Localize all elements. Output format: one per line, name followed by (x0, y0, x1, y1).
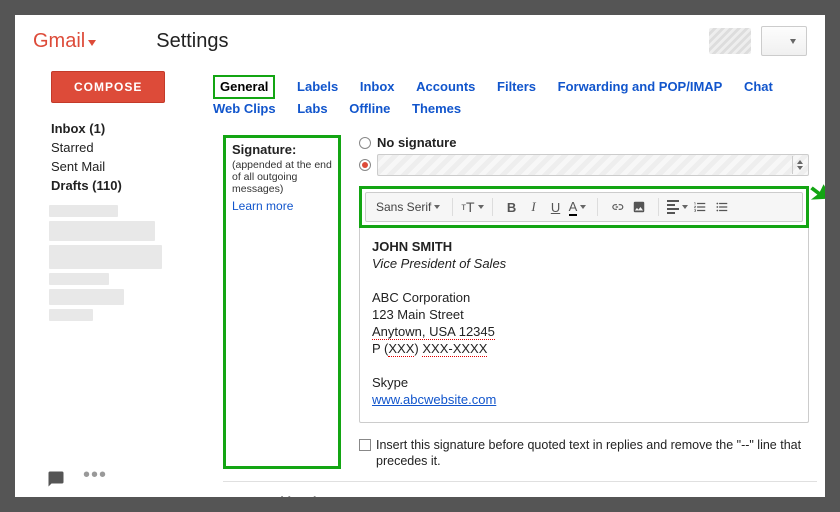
tab-chat[interactable]: Chat (744, 77, 773, 97)
tab-filters[interactable]: Filters (497, 77, 536, 97)
sig-phone: P (XXX) XXX-XXXX (372, 341, 487, 357)
signature-toolbar: Sans Serif тT B I U (359, 186, 809, 228)
signature-account-select[interactable] (377, 154, 809, 176)
sidebar-item-inbox[interactable]: Inbox (1) (15, 119, 205, 138)
sig-role: Vice President of Sales (372, 256, 506, 271)
sig-city: Anytown, USA 12345 (372, 324, 495, 340)
gear-icon (772, 34, 787, 49)
section-divider (223, 481, 817, 482)
sidebar-item-drafts[interactable]: Drafts (110) (15, 176, 205, 195)
insert-before-label: Insert this signature before quoted text… (376, 437, 809, 469)
annotation-arrow-icon (205, 120, 209, 156)
tab-inbox[interactable]: Inbox (360, 77, 395, 97)
no-signature-label: No signature (377, 135, 456, 150)
tab-labels[interactable]: Labels (297, 77, 338, 97)
insert-before-checkbox[interactable] (359, 439, 371, 451)
sidebar-item-sent[interactable]: Sent Mail (15, 157, 205, 176)
settings-gear-button[interactable] (761, 26, 807, 56)
account-avatar[interactable] (709, 28, 751, 54)
sidebar-redacted (49, 205, 174, 321)
tab-offline[interactable]: Offline (349, 99, 390, 119)
sidebar-item-starred[interactable]: Starred (15, 138, 205, 157)
no-indicators-radio[interactable] (359, 497, 371, 498)
font-family-dropdown[interactable]: Sans Serif (376, 196, 444, 218)
no-signature-radio[interactable] (359, 137, 371, 149)
learn-more-link[interactable]: Learn more (232, 199, 293, 213)
personal-level-label: Personal level indicators: (223, 494, 341, 497)
chevron-down-icon (790, 39, 796, 44)
no-indicators-label: No indicators (377, 494, 460, 497)
tab-webclips[interactable]: Web Clips (213, 99, 276, 119)
chat-icon[interactable] (47, 470, 65, 488)
underline-button[interactable]: U (545, 196, 567, 218)
settings-tabs: General Labels Inbox Accounts Filters Fo… (205, 67, 825, 121)
numbered-list-button[interactable] (689, 196, 711, 218)
sig-url[interactable]: www.abcwebsite.com (372, 392, 496, 407)
tab-themes[interactable]: Themes (412, 99, 461, 119)
sig-street: 123 Main Street (372, 307, 464, 322)
signature-editor[interactable]: JOHN SMITH Vice President of Sales ABC C… (359, 228, 809, 423)
signature-account-radio[interactable] (359, 159, 371, 171)
more-icon[interactable]: ••• (83, 464, 107, 487)
compose-button[interactable]: COMPOSE (51, 71, 165, 103)
tab-accounts[interactable]: Accounts (416, 77, 475, 97)
sig-name: JOHN SMITH (372, 239, 452, 254)
image-button[interactable] (628, 196, 650, 218)
italic-button[interactable]: I (523, 196, 545, 218)
tab-labs[interactable]: Labs (297, 99, 327, 119)
signature-heading: Signature: (232, 142, 296, 157)
logo-text: Gmail (33, 30, 85, 53)
signature-section-label: Signature: (appended at the end of all o… (223, 135, 341, 469)
text-color-button[interactable]: A (567, 196, 589, 218)
select-arrows-icon (792, 156, 806, 174)
font-size-button[interactable]: тT (461, 196, 483, 218)
logo-dropdown-icon (88, 40, 96, 46)
signature-subtext: (appended at the end of all outgoing mes… (232, 159, 332, 195)
bold-button[interactable]: B (501, 196, 523, 218)
link-button[interactable] (606, 196, 628, 218)
bulleted-list-button[interactable] (711, 196, 733, 218)
align-button[interactable] (667, 196, 689, 218)
sig-skype: Skype (372, 375, 408, 390)
tab-general[interactable]: General (213, 75, 275, 99)
tab-forwarding[interactable]: Forwarding and POP/IMAP (558, 77, 723, 97)
sig-company: ABC Corporation (372, 290, 470, 305)
gmail-logo[interactable]: Gmail (33, 30, 96, 53)
page-title: Settings (156, 30, 228, 53)
